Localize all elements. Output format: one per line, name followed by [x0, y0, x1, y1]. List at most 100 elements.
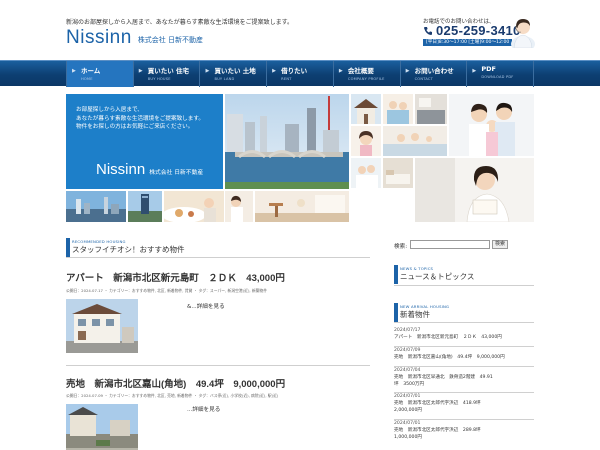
nav-item-sublabel: DOWNLOAD PDF — [481, 75, 514, 79]
new-arrival-item[interactable]: 2024/07/01 売地 新潟市北区太郎代字浜辺 289.8坪 1,000,0… — [394, 420, 534, 446]
property-photo-apartment[interactable] — [66, 299, 138, 353]
property-more-link-2[interactable]: ...詳細を見る — [187, 405, 220, 413]
nav-item-buy-house[interactable]: ▶ 買いたい 住宅 BUY HOUSE — [132, 61, 200, 87]
nav-item-sublabel: RENT — [281, 77, 292, 81]
news-section-title[interactable]: ニュース＆トピックス — [400, 271, 474, 282]
property-divider — [66, 365, 370, 366]
new-arrival-date: 2024/07/01 — [394, 421, 421, 426]
hero-message: お部屋探しから入居まで、 あなたが暮らす素敵な生活環境をご提案致します。 物件を… — [76, 106, 204, 132]
new-arrival-item[interactable]: 2024/07/17 アパート 新潟市北区新元島町 ２ＤＫ 43,000円 — [394, 327, 534, 347]
nav-item-pdf[interactable]: ▶ PDF DOWNLOAD PDF — [466, 61, 535, 87]
site-tagline: 新潟のお部屋探しから入居まで、あなたが暮らす素敵な生活環境をご提案致します。 — [66, 19, 294, 26]
new-arrival-text-cont: 2,000,000円 — [394, 408, 422, 413]
site-header: 新潟のお部屋探しから入居まで、あなたが暮らす素敵な生活環境をご提案致します。 N… — [0, 0, 600, 60]
new-arrival-text: 売地 新潟市北区太郎代字浜辺 289.8坪 — [394, 428, 481, 433]
property-meta-1: 公開日：2024.07.17 ・ カテゴリー：おすすめ物件, 北区, 新着物件,… — [66, 288, 268, 293]
hero-line-1: お部屋探しから入居まで、 — [76, 107, 143, 113]
nav-item-sublabel: HOME — [81, 77, 93, 81]
woman-reading-photo — [415, 158, 534, 222]
skyline-photo — [66, 191, 126, 222]
mother-child-photo — [225, 191, 253, 222]
section-divider — [66, 257, 370, 258]
family-meal-photo — [164, 191, 224, 222]
property-meta-2: 公開日：2024.07.09 ・ カテゴリー：おすすめ物件, 北区, 売地, 新… — [66, 393, 279, 398]
phone-icon — [424, 27, 432, 35]
new-arrival-date: 2024/07/09 — [394, 348, 421, 353]
nav-arrow-icon: ▶ — [205, 68, 210, 74]
new-arrival-date: 2024/07/04 — [394, 368, 421, 373]
nav-arrow-icon: ▶ — [405, 68, 410, 74]
property-more-link-1[interactable]: &...詳細を見る — [187, 302, 225, 310]
property-photo-land[interactable] — [66, 404, 138, 450]
bandai-bridge-photo — [225, 94, 349, 189]
hero-logo-company: 株式会社 日新不動産 — [149, 170, 204, 176]
nav-item-buy-land[interactable]: ▶ 買いたい 土地 BUY LAND — [199, 61, 266, 87]
family-sofa-photo — [383, 94, 413, 124]
new-arrival-date: 2024/07/17 — [394, 328, 421, 333]
nav-arrow-icon: ▶ — [72, 68, 76, 74]
new-arrival-item[interactable]: 2024/07/04 売地 新潟市北区早通北 鉄骨造2階建 49.91 坪 35… — [394, 367, 534, 393]
section-accent-bar — [394, 265, 398, 284]
nav-item-label: 買いたい 住宅 — [147, 67, 189, 75]
nav-item-label: 買いたい 土地 — [214, 67, 256, 75]
house-exterior-photo — [351, 94, 381, 124]
new-arrival-date: 2024/07/01 — [394, 394, 421, 399]
new-arrival-section-title: 新着物件 — [400, 310, 430, 319]
hero-line-3: 物件をお探しの方はお気軽にご来店ください。 — [76, 124, 194, 130]
logo-company-name: 株式会社 日新不動産 — [137, 36, 204, 44]
new-arrival-item[interactable]: 2024/07/09 売地 新潟市北区嘉山(角地) 49.4坪 9,000,00… — [394, 347, 534, 367]
search-input[interactable] — [410, 240, 490, 249]
nav-item-label: 会社概要 — [347, 67, 374, 75]
hero-line-2: あなたが暮らす素敵な生活環境をご提案致します。 — [76, 115, 204, 122]
new-arrival-text: 売地 新潟市北区早通北 鉄骨造2階建 49.91 — [394, 375, 493, 380]
hero-message-panel: お部屋探しから入居まで、 あなたが暮らす素敵な生活環境をご提案致します。 物件を… — [66, 94, 223, 189]
hero-logo-wordmark: Nissinn — [96, 161, 146, 178]
section-accent-bar — [394, 303, 398, 322]
tower-photo — [128, 191, 162, 222]
search-button[interactable]: 検索 — [492, 240, 508, 249]
global-nav: ▶ ホーム HOME ▶ 買いたい 住宅 BUY HOUSE ▶ 買いたい 土地… — [0, 60, 600, 87]
section-accent-bar — [66, 238, 70, 257]
nav-item-home[interactable]: ▶ ホーム HOME — [66, 61, 133, 87]
property-title-1[interactable]: アパート 新潟市北区新元島町 ２ＤＫ 43,000円 — [66, 270, 285, 284]
new-arrival-text: 売地 新潟市北区太郎代字浜辺 418.9坪 — [394, 401, 481, 406]
nav-item-sublabel: CONTACT — [414, 77, 434, 81]
nav-arrow-icon: ▶ — [272, 68, 277, 74]
new-arrival-text-cont: 1,000,000円 — [394, 435, 422, 440]
nav-item-label: PDF — [481, 65, 496, 73]
hero-banner: お部屋探しから入居まで、 あなたが暮らす素敵な生活環境をご提案致します。 物件を… — [66, 94, 534, 222]
new-arrival-text-cont: 坪 3500万円 — [394, 382, 425, 387]
kitchen-photo — [415, 94, 447, 124]
girl-portrait-photo — [351, 126, 381, 156]
nav-item-sublabel: COMPANY PROFILE — [347, 77, 385, 81]
nav-item-sublabel: BUY HOUSE — [147, 77, 171, 81]
nav-item-label: ホーム — [81, 67, 101, 75]
nav-item-rent[interactable]: ▶ 借りたい RENT — [266, 61, 333, 87]
search-label: 検索: — [394, 244, 408, 250]
site-logo[interactable]: Nissinn 株式会社 日新不動産 — [66, 28, 203, 47]
section-divider — [394, 285, 534, 286]
nav-item-company[interactable]: ▶ 会社概要 COMPANY PROFILE — [332, 61, 400, 87]
logo-wordmark: Nissinn — [66, 27, 132, 48]
operator-illustration — [511, 19, 535, 48]
couple-photo — [351, 158, 381, 188]
nav-item-label: 借りたい — [281, 67, 308, 75]
bedroom-photo — [383, 158, 413, 188]
property-title-2[interactable]: 売地 新潟市北区嘉山(角地) 49.4坪 9,000,000円 — [66, 376, 285, 390]
new-arrival-text: アパート 新潟市北区新元島町 ２ＤＫ 43,000円 — [394, 335, 502, 340]
family-photo — [449, 94, 534, 156]
hero-logo: Nissinn 株式会社 日新不動産 — [96, 162, 203, 177]
new-arrival-item[interactable]: 2024/07/01 売地 新潟市北区太郎代字浜辺 418.9坪 2,000,0… — [394, 393, 534, 420]
new-arrival-text: 売地 新潟市北区嘉山(角地) 49.4坪 9,000,000円 — [394, 355, 505, 360]
nav-item-contact[interactable]: ▶ お問い合わせ CONTACT — [399, 61, 467, 87]
nav-arrow-icon: ▶ — [338, 68, 343, 74]
nav-arrow-icon: ▶ — [138, 68, 143, 74]
tel-hours: [平日]8:30〜17:00 [土曜]9:00〜12:00 — [423, 39, 513, 46]
nav-item-sublabel: BUY LAND — [214, 77, 235, 81]
section-divider — [394, 322, 534, 323]
tel-number[interactable]: 025-259-3410 — [436, 23, 521, 38]
nav-item-label: お問い合わせ — [414, 67, 454, 75]
nav-arrow-icon: ▶ — [472, 68, 477, 74]
living-room-photo — [255, 191, 349, 222]
recommended-section-title: スタッフイチオシ！おすすめ物件 — [72, 245, 185, 254]
